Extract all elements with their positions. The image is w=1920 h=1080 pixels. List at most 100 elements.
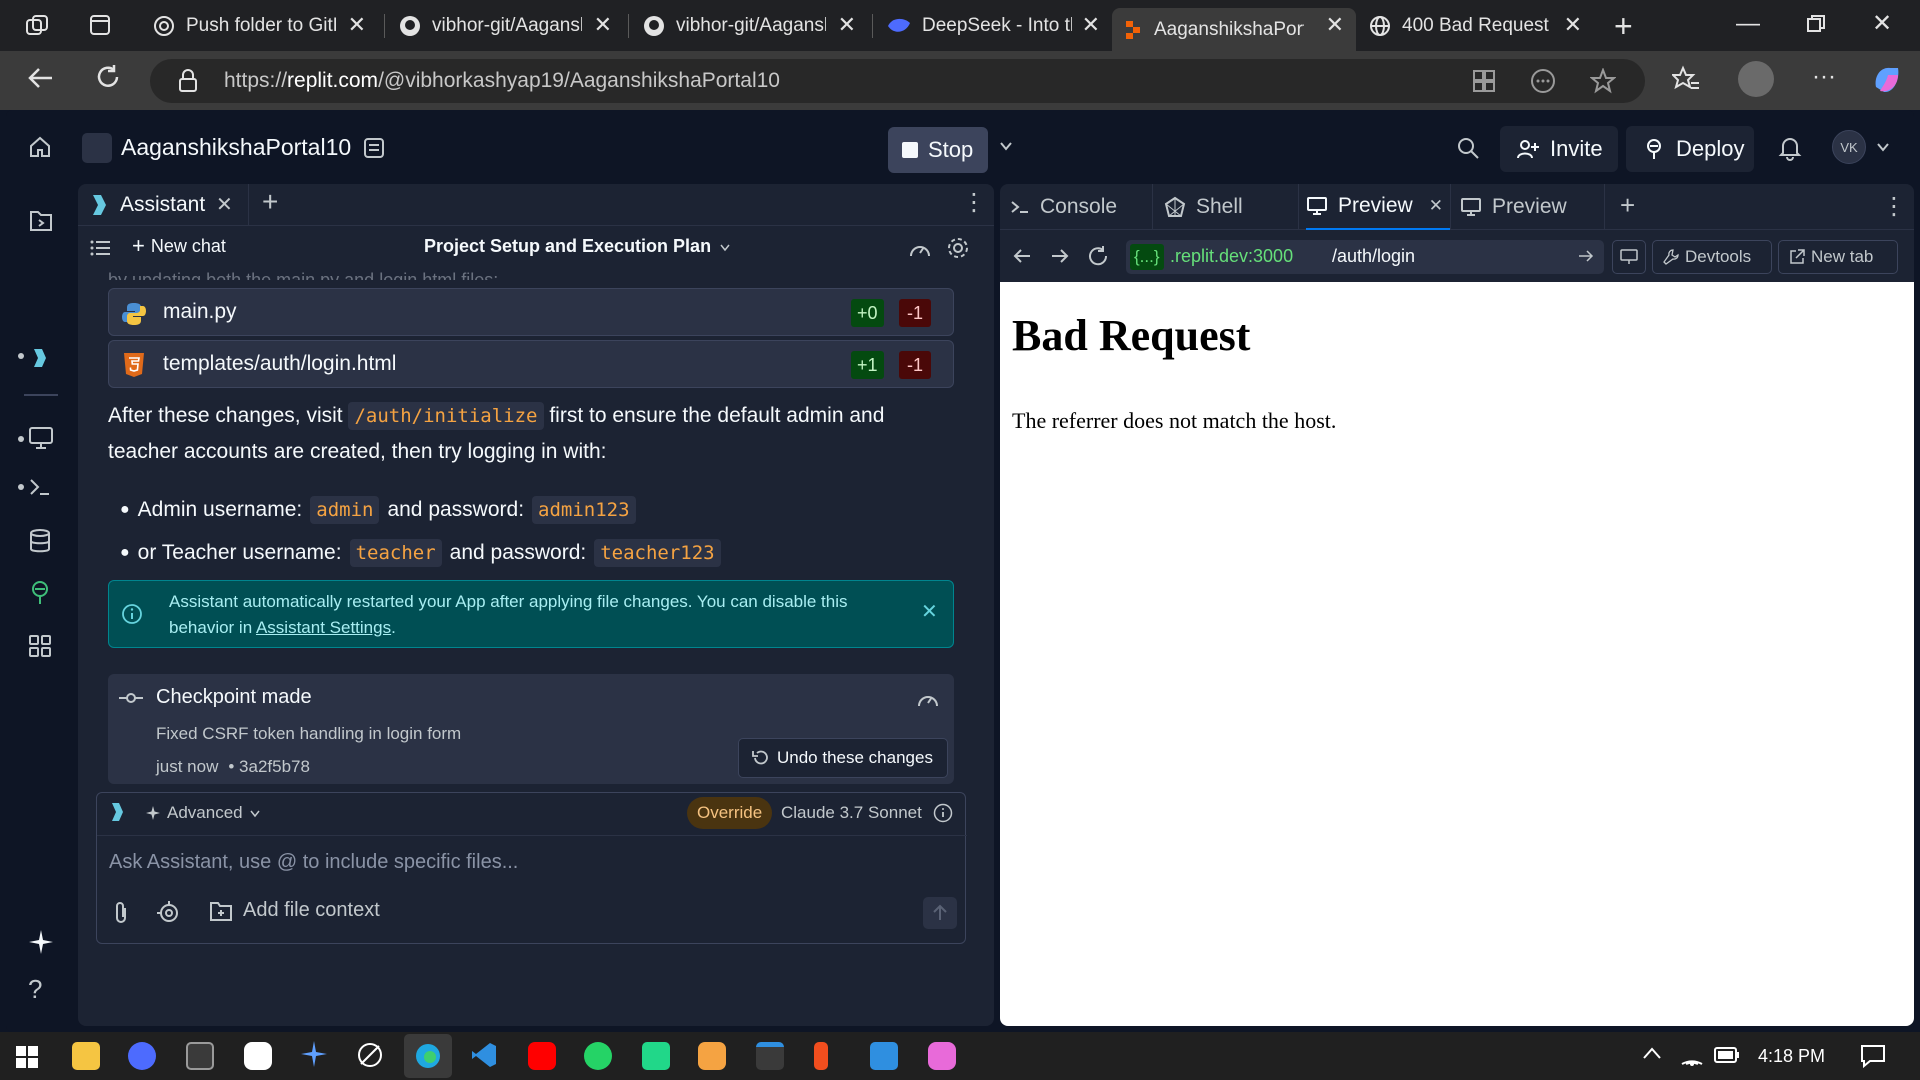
go-arrow-icon[interactable]	[1578, 248, 1594, 264]
tab-console[interactable]: Console	[1010, 184, 1117, 230]
close-icon[interactable]: ✕	[216, 192, 233, 217]
reload-icon[interactable]	[94, 63, 122, 91]
close-icon[interactable]: ✕	[838, 12, 856, 38]
all-tools-grid-icon[interactable]	[28, 634, 52, 658]
tab-assistant[interactable]: Assistant	[120, 193, 205, 217]
deepseek-app-icon[interactable]	[128, 1042, 156, 1070]
database-icon[interactable]	[28, 528, 52, 554]
show-hidden-icons-chevron-icon[interactable]	[1642, 1046, 1662, 1060]
file-explorer-icon[interactable]	[72, 1042, 100, 1070]
file-tree-icon[interactable]	[28, 208, 54, 234]
undo-changes-button[interactable]: Undo these changes	[738, 738, 948, 778]
app-cube-icon[interactable]	[698, 1042, 726, 1070]
notifications-bell-icon[interactable]	[1778, 135, 1802, 161]
forward-arrow-icon[interactable]	[1050, 246, 1070, 266]
browser-tab-1[interactable]: Push folder to GitH ✕	[142, 8, 378, 44]
window-close-icon[interactable]: ✕	[1872, 9, 1892, 38]
mode-dropdown[interactable]: Advanced	[145, 803, 261, 823]
browser-tab-3[interactable]: vibhor-git/Aagansh ✕	[632, 8, 868, 44]
profile-avatar[interactable]	[1738, 61, 1774, 97]
file-change-card[interactable]: templates/auth/login.html +1 -1	[108, 340, 954, 388]
copilot-app-icon[interactable]	[928, 1042, 956, 1070]
browser-tab-6[interactable]: 400 Bad Request ✕	[1358, 8, 1594, 44]
copilot-icon[interactable]	[1870, 63, 1904, 97]
element-selector-icon[interactable]	[157, 901, 181, 925]
close-icon[interactable]: ✕	[1082, 12, 1100, 38]
close-icon[interactable]: ✕	[1564, 12, 1582, 38]
app-icon[interactable]	[186, 1042, 214, 1070]
deploy-button[interactable]: Deploy	[1626, 126, 1754, 172]
project-settings-icon[interactable]	[362, 136, 386, 160]
tab-actions-icon[interactable]	[88, 13, 112, 37]
chat-title-dropdown[interactable]: Project Setup and Execution Plan	[424, 236, 731, 257]
address-bar[interactable]: https://replit.com/@vibhorkashyap19/Aaga…	[150, 59, 1645, 103]
stop-button[interactable]: Stop	[888, 127, 988, 173]
chat-history-list-icon[interactable]	[90, 238, 112, 258]
add-file-context-button[interactable]: Add file context	[209, 899, 380, 922]
favorite-star-icon[interactable]	[1590, 68, 1616, 94]
edge-active-slot[interactable]	[404, 1034, 452, 1078]
message-input[interactable]: Ask Assistant, use @ to include specific…	[109, 851, 518, 874]
minimize-icon[interactable]: —	[1736, 10, 1760, 38]
youtube-icon[interactable]	[528, 1042, 556, 1070]
project-avatar[interactable]	[82, 133, 112, 163]
close-icon[interactable]: ✕	[594, 12, 612, 38]
back-arrow-icon[interactable]	[1012, 246, 1032, 266]
gemini-icon[interactable]	[300, 1040, 328, 1068]
info-icon[interactable]	[933, 803, 953, 823]
close-icon[interactable]: ✕	[1429, 196, 1443, 216]
wifi-icon[interactable]	[1680, 1044, 1704, 1066]
figma-icon[interactable]	[814, 1042, 828, 1070]
browser-tab-5-active[interactable]: AaganshikshaPorta ✕	[1112, 8, 1356, 51]
panel-menu-kebab-icon[interactable]: ⋮	[1882, 192, 1906, 221]
device-toggle-button[interactable]	[1612, 240, 1646, 274]
browser-tab-2[interactable]: vibhor-git/Aagansh ✕	[388, 8, 624, 44]
notification-center-icon[interactable]	[1860, 1044, 1886, 1068]
vscode-icon[interactable]	[470, 1041, 498, 1069]
new-tab-plus-icon[interactable]: +	[1614, 8, 1633, 45]
restore-icon[interactable]	[1806, 14, 1826, 34]
new-chat-button[interactable]: + New chat	[132, 235, 226, 257]
whatsapp-icon[interactable]	[584, 1042, 612, 1070]
send-button[interactable]	[923, 897, 957, 929]
close-icon[interactable]: ✕	[1326, 12, 1344, 38]
file-change-card[interactable]: main.py +0 -1	[108, 288, 954, 336]
tab-shell[interactable]: Shell	[1164, 184, 1243, 230]
more-menu-icon[interactable]: ···	[1812, 63, 1836, 91]
run-options-chevron-icon[interactable]	[998, 138, 1014, 154]
tab-preview[interactable]: Preview	[1460, 184, 1567, 230]
add-tab-plus-icon[interactable]: +	[1620, 190, 1635, 221]
console-prompt-icon[interactable]	[28, 476, 52, 498]
override-badge[interactable]: Override	[687, 797, 773, 829]
split-screen-icon[interactable]	[1472, 69, 1496, 93]
assistant-icon[interactable]	[28, 346, 52, 370]
help-icon[interactable]: ?	[28, 974, 42, 1005]
add-tab-plus-icon[interactable]: +	[262, 186, 278, 218]
preview-url-bar[interactable]: {...} .replit.dev:3000 /auth/login	[1126, 240, 1604, 274]
assistant-settings-link[interactable]: Assistant Settings	[256, 618, 391, 637]
pycharm-icon[interactable]	[642, 1042, 670, 1070]
new-tab-button[interactable]: New tab	[1778, 240, 1898, 274]
more-tools-icon[interactable]	[1530, 68, 1556, 94]
windows-start-icon[interactable]	[16, 1046, 38, 1068]
attach-paperclip-icon[interactable]	[111, 901, 131, 925]
app-installer-icon[interactable]	[870, 1042, 898, 1070]
tab-preview-active[interactable]: Preview ✕	[1306, 184, 1451, 230]
usage-gauge-icon[interactable]	[916, 688, 940, 710]
model-label[interactable]: Claude 3.7 Sonnet	[781, 803, 922, 823]
clock-time[interactable]: 4:18 PM	[1758, 1046, 1825, 1067]
chatgpt-icon[interactable]	[244, 1042, 272, 1070]
webview-icon[interactable]	[28, 426, 54, 450]
panel-menu-kebab-icon[interactable]: ⋮	[962, 188, 986, 217]
usage-gauge-icon[interactable]	[908, 238, 932, 260]
workspaces-icon[interactable]	[24, 13, 50, 39]
app-window-icon[interactable]	[756, 1042, 784, 1070]
search-icon[interactable]	[1456, 136, 1480, 160]
home-icon[interactable]	[28, 135, 52, 159]
user-avatar[interactable]: VK	[1832, 130, 1866, 164]
reload-icon[interactable]	[1086, 244, 1110, 268]
close-icon[interactable]: ✕	[921, 599, 938, 624]
devtools-button[interactable]: Devtools	[1652, 240, 1772, 274]
perplexity-icon[interactable]	[356, 1041, 384, 1069]
sparkle-icon[interactable]	[28, 929, 54, 955]
